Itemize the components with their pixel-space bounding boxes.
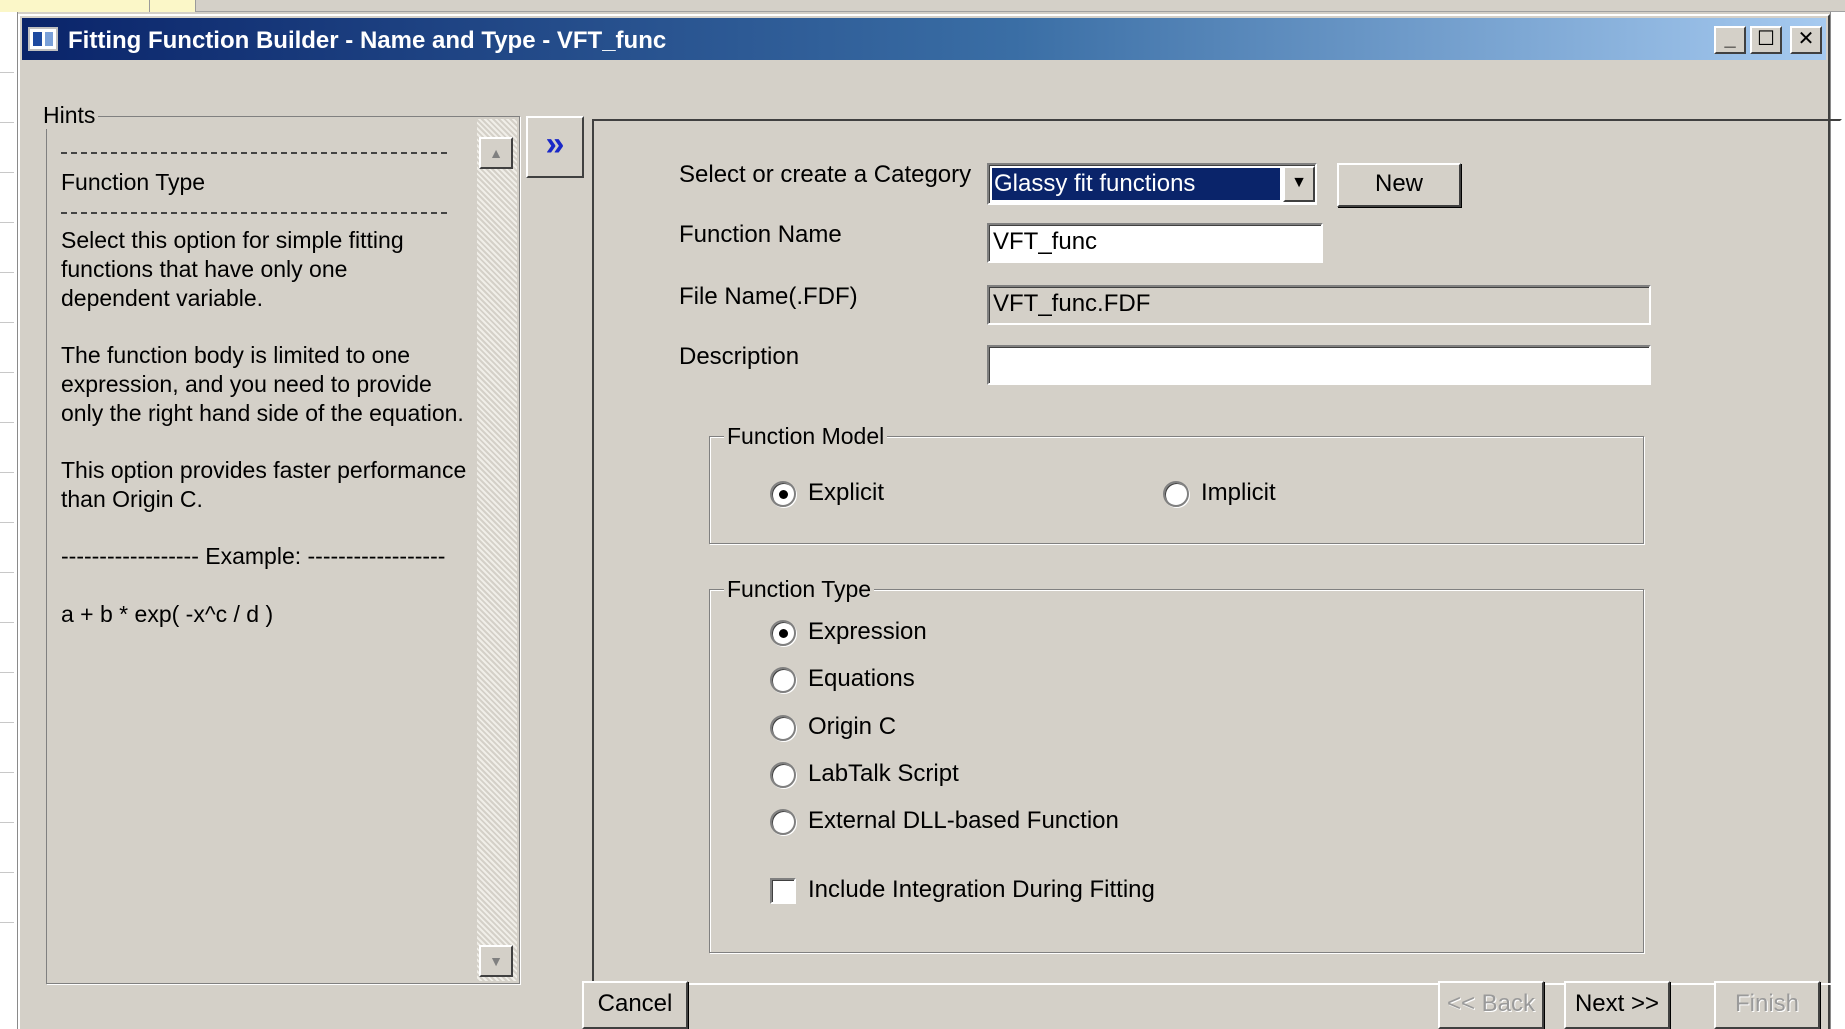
hint-line: This option provides faster performance [61, 457, 467, 483]
hint-heading: Function Type [61, 169, 206, 195]
checkbox-label: Include Integration During Fitting [808, 876, 1155, 903]
hints-text-area: Function Type Select this option for sim… [49, 119, 477, 981]
dropdown-arrow-icon[interactable]: ▼ [1283, 166, 1315, 202]
expand-hints-button[interactable]: » [526, 116, 584, 178]
hint-line: Select this option for simple fitting [61, 227, 404, 253]
hints-scrollbar[interactable]: ▲ ▼ [477, 119, 517, 981]
hint-line: than Origin C. [61, 486, 203, 512]
name-and-type-panel: Select or create a Category Glassy fit f… [592, 119, 1842, 985]
background-cell [150, 0, 196, 12]
radio-unchecked-icon[interactable] [770, 667, 796, 693]
back-button[interactable]: << Back [1438, 981, 1544, 1029]
divider [61, 212, 447, 214]
background-worksheet-left [0, 12, 18, 1029]
file-name-input[interactable]: VFT_func.FDF [987, 285, 1651, 325]
example-expression: a + b * exp( -x^c / d ) [61, 601, 274, 627]
background-app-strip [0, 0, 1845, 12]
next-button[interactable]: Next >> [1564, 981, 1670, 1029]
divider [61, 152, 447, 154]
function-type-group: Expression Equations Origin C LabTalk Sc… [709, 589, 1644, 953]
new-category-button[interactable]: New [1337, 163, 1461, 207]
function-model-legend: Function Model [724, 423, 888, 450]
scroll-up-icon[interactable]: ▲ [479, 137, 513, 169]
hint-line: expression, and you need to provide [61, 371, 432, 397]
app-icon [28, 27, 58, 51]
category-combobox[interactable]: Glassy fit functions ▼ [987, 163, 1317, 205]
title-bar[interactable]: Fitting Function Builder - Name and Type… [22, 18, 1826, 60]
category-label: Select or create a Category [679, 161, 972, 188]
description-input[interactable] [987, 345, 1651, 385]
finish-button[interactable]: Finish [1714, 981, 1820, 1029]
minimize-button[interactable]: _ [1714, 26, 1746, 54]
radio-unchecked-icon[interactable] [770, 762, 796, 788]
radio-checked-icon[interactable] [770, 620, 796, 646]
hints-legend: Hints [40, 102, 99, 129]
fitting-function-builder-dialog: Fitting Function Builder - Name and Type… [18, 14, 1842, 1029]
hint-line: only the right hand side of the equation… [61, 400, 464, 426]
window-title: Fitting Function Builder - Name and Type… [68, 27, 667, 54]
function-name-label: Function Name [679, 221, 842, 248]
function-name-input[interactable]: VFT_func [987, 223, 1323, 263]
radio-label: External DLL-based Function [808, 807, 1119, 834]
scroll-down-icon[interactable]: ▼ [479, 945, 513, 977]
description-label: Description [679, 343, 800, 370]
radio-unchecked-icon[interactable] [1163, 481, 1189, 507]
radio-label: Implicit [1201, 479, 1276, 506]
background-cell [0, 0, 150, 12]
radio-label: LabTalk Script [808, 760, 959, 787]
function-type-legend: Function Type [724, 576, 875, 603]
file-name-label: File Name(.FDF) [679, 283, 858, 310]
category-selected-value: Glassy fit functions [991, 167, 1281, 201]
radio-label: Origin C [808, 713, 897, 740]
maximize-button[interactable]: ☐ [1750, 26, 1782, 54]
cancel-button[interactable]: Cancel [582, 981, 688, 1029]
hint-line: functions that have only one [61, 256, 348, 282]
radio-label: Expression [808, 618, 927, 645]
example-label: ------------------ Example: ------------… [61, 543, 446, 569]
hints-group: Function Type Select this option for sim… [46, 116, 520, 984]
checkbox-unchecked-icon[interactable] [770, 878, 796, 904]
radio-checked-icon[interactable] [770, 481, 796, 507]
hint-line: dependent variable. [61, 285, 264, 311]
function-model-group: Explicit Implicit [709, 436, 1644, 544]
hint-line: The function body is limited to one [61, 342, 411, 368]
radio-label: Explicit [808, 479, 885, 506]
radio-label: Equations [808, 665, 915, 692]
radio-unchecked-icon[interactable] [770, 809, 796, 835]
close-button[interactable]: ✕ [1790, 26, 1822, 54]
radio-unchecked-icon[interactable] [770, 715, 796, 741]
